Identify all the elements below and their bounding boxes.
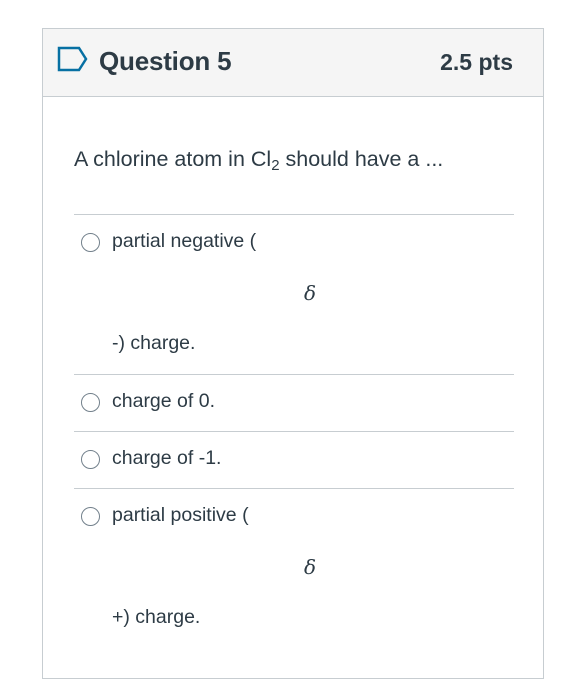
answer-divider	[74, 488, 514, 489]
answer-radio[interactable]	[81, 507, 100, 526]
answer-radio[interactable]	[81, 450, 100, 469]
question-title: Question 5	[99, 46, 232, 76]
answer-divider	[74, 374, 514, 375]
prompt-text-end: should have a ...	[279, 147, 444, 171]
answer-radio[interactable]	[81, 233, 100, 252]
prompt-subscript: 2	[271, 157, 280, 174]
question-prompt: A chlorine atom in Cl2 should have a ...	[74, 147, 443, 174]
answer-label-tail: +) charge.	[112, 606, 201, 628]
flag-question-icon[interactable]	[57, 46, 89, 72]
answer-label-tail: -) charge.	[112, 332, 196, 354]
answer-option-charge-minus-1[interactable]: charge of -1.	[81, 447, 511, 474]
answer-divider	[74, 431, 514, 432]
answer-radio[interactable]	[81, 393, 100, 412]
answer-divider	[74, 214, 514, 215]
answer-label: partial positive (	[112, 504, 249, 526]
question-header: Question 5 2.5 pts	[43, 29, 543, 97]
delta-symbol: δ	[304, 555, 317, 579]
prompt-text-start: A chlorine atom in Cl	[74, 147, 272, 171]
answer-option-partial-negative[interactable]: partial negative ( δ -) charge.	[81, 230, 511, 383]
question-card: Question 5 2.5 pts A chlorine atom in Cl…	[42, 28, 544, 679]
answer-label: partial negative (	[112, 230, 257, 252]
answer-label: charge of -1.	[112, 447, 222, 469]
delta-symbol: δ	[304, 281, 317, 305]
question-points: 2.5 pts	[440, 49, 513, 75]
answer-option-partial-positive[interactable]: partial positive ( δ +) charge.	[81, 504, 511, 657]
answer-label: charge of 0.	[112, 390, 215, 412]
answer-option-charge-0[interactable]: charge of 0.	[81, 390, 511, 417]
